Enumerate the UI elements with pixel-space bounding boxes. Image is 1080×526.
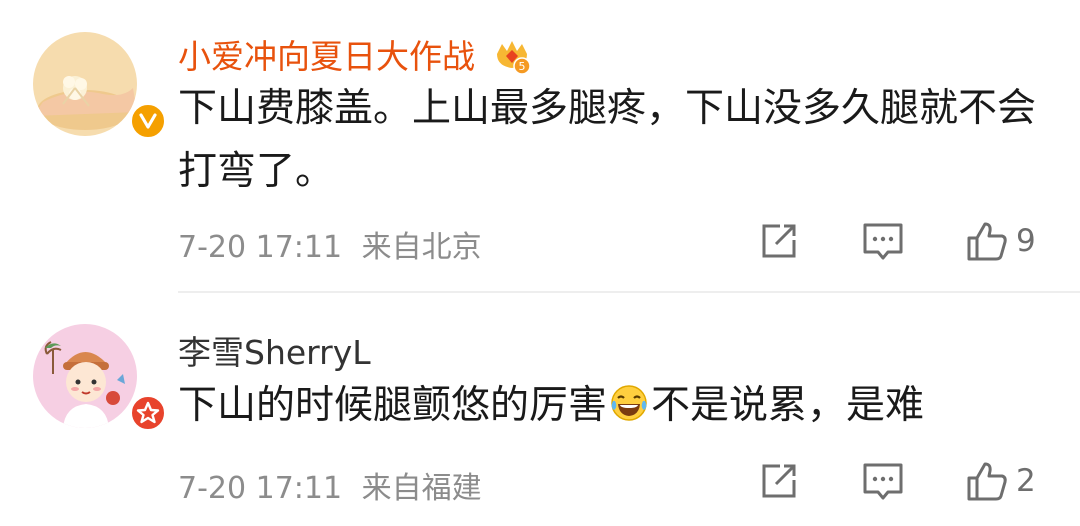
- comment-button[interactable]: [862, 222, 904, 262]
- username-text: 李雪SherryL: [178, 333, 371, 372]
- like-count: 2: [1016, 463, 1036, 499]
- comment-icon: [863, 463, 903, 500]
- avatar[interactable]: [33, 32, 167, 140]
- thumbs-up-icon: [967, 222, 1007, 261]
- laugh-cry-emoji-icon: [609, 379, 649, 442]
- like-button[interactable]: 9: [966, 220, 1036, 262]
- comment-text-part: 下山的时候腿颤悠的厉害: [178, 383, 608, 428]
- username[interactable]: 李雪SherryL: [178, 326, 371, 374]
- comment-item: 李雪SherryL 下山的时候腿颤悠的厉害 不是说累，是难 7-20 17:11…: [0, 292, 1080, 526]
- repost-button[interactable]: [760, 462, 798, 500]
- comment-meta: 7-20 17:11 来自北京: [178, 222, 482, 266]
- comment-button[interactable]: [862, 462, 904, 502]
- comment-text-part: 不是说累，是难: [651, 383, 925, 428]
- repost-button[interactable]: [760, 222, 798, 260]
- username-text: 小爱冲向夏日大作战: [178, 37, 475, 76]
- share-icon: [762, 464, 796, 498]
- thumbs-up-icon: [967, 462, 1007, 501]
- comment-location: 来自福建: [361, 471, 482, 506]
- comment-location: 来自北京: [361, 230, 482, 265]
- username[interactable]: 小爱冲向夏日大作战 5: [178, 30, 532, 84]
- comment-icon: [863, 223, 903, 260]
- avatar-image: [33, 324, 137, 428]
- verified-badge-icon: [129, 394, 167, 432]
- like-button[interactable]: 2: [966, 460, 1036, 502]
- comment-time: 7-20 17:11: [178, 230, 343, 265]
- avatar[interactable]: [33, 324, 167, 432]
- verified-badge-icon: [129, 102, 167, 140]
- comment-meta: 7-20 17:11 来自福建: [178, 463, 482, 507]
- comment-text: 下山费膝盖。上山最多腿疼，下山没多久腿就不会打弯了。: [178, 86, 1037, 194]
- like-count: 9: [1016, 223, 1036, 259]
- share-icon: [762, 224, 796, 258]
- svg-text:5: 5: [518, 60, 525, 73]
- comment-text: 下山的时候腿颤悠的厉害 不是说累，是难: [178, 374, 1048, 442]
- comment-time: 7-20 17:11: [178, 471, 343, 506]
- avatar-image: [33, 32, 137, 136]
- comment-item: 小爱冲向夏日大作战 5 下山费膝盖。上山最多腿疼，下山没多久腿就不会打弯了。 7…: [0, 0, 1080, 290]
